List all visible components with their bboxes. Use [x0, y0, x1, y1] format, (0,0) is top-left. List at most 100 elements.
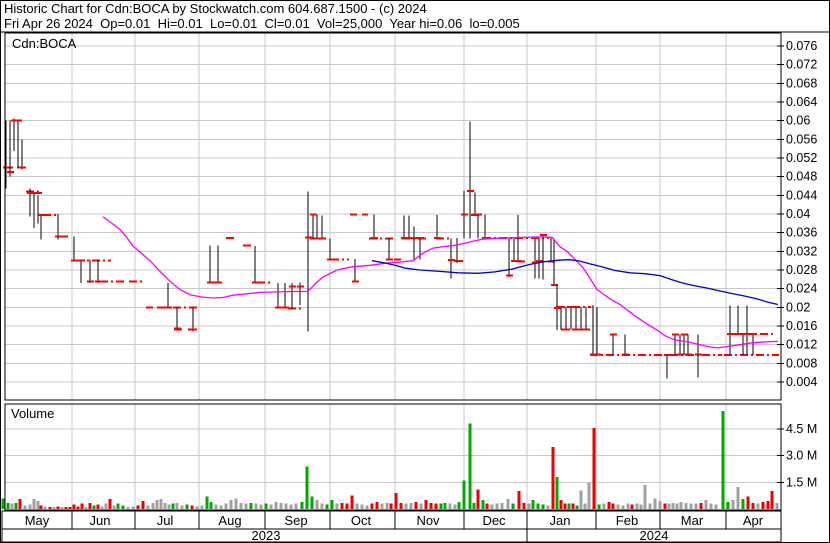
volume-bar — [671, 502, 675, 509]
price-axis-labels: 0.076 0.072 0.068 0.064 0.06 0.056 0.052 0.048 0… — [777, 39, 817, 389]
volume-bar — [563, 503, 567, 509]
volume-bar — [746, 496, 750, 509]
volume-bar — [274, 501, 278, 509]
volume-bar — [320, 503, 324, 509]
volume-bar — [404, 503, 408, 509]
volume-bar — [448, 503, 452, 509]
volume-bar — [315, 500, 319, 509]
price-axis-label: 0.052 — [786, 151, 817, 165]
volume-bar — [32, 499, 36, 509]
volume-axis-label: 1.5 M — [786, 475, 817, 489]
volume-bar — [468, 423, 472, 509]
volume-bar — [522, 502, 526, 509]
volume-bar — [214, 504, 218, 509]
volume-bar — [48, 506, 52, 509]
volume-bar — [205, 496, 209, 509]
volume-bar — [92, 505, 96, 509]
volume-bar — [611, 503, 615, 509]
volume-bar — [699, 502, 703, 509]
volume-bar — [551, 446, 555, 509]
gridlines — [5, 33, 781, 510]
volume-bar — [481, 500, 485, 509]
volume-bar — [305, 466, 309, 509]
volume-bar — [167, 504, 171, 509]
volume-bar — [511, 503, 515, 509]
volume-bar — [350, 495, 354, 509]
volume-bar — [546, 505, 550, 509]
price-axis-label: 0.04 — [786, 207, 810, 221]
month-label: Apr — [743, 513, 764, 528]
volume-bar — [726, 501, 730, 509]
price-axis-label: 0.02 — [786, 300, 810, 314]
volume-bar — [434, 503, 438, 509]
volume-bar — [294, 503, 298, 509]
volume-bar — [6, 502, 10, 509]
month-label: Aug — [218, 513, 241, 528]
volume-axis-labels: 4.5 M 3.0 M 1.5 M — [777, 422, 817, 489]
month-row-frame — [1, 510, 782, 530]
volume-bar — [453, 504, 457, 509]
volume-bar — [136, 505, 140, 509]
volume-bar — [639, 504, 643, 509]
volume-bar — [485, 503, 489, 509]
volume-bar — [52, 507, 56, 509]
volume-bar — [151, 502, 155, 509]
no-trade-dashes — [6, 119, 779, 356]
volume-bar — [414, 501, 418, 509]
volume-bar — [335, 503, 339, 509]
volume-bar — [259, 504, 263, 509]
volume-bar — [684, 502, 688, 509]
volume-bar — [360, 504, 364, 509]
volume-bar — [679, 501, 683, 509]
volume-bar — [555, 477, 559, 509]
volume-bar — [663, 503, 667, 509]
ohlc-bars — [3, 118, 757, 379]
volume-bar — [541, 504, 545, 509]
volume-bar — [385, 502, 389, 509]
volume-bar — [602, 503, 606, 509]
volume-bar — [761, 501, 765, 509]
volume-bar — [190, 505, 194, 509]
month-label: Jul — [157, 513, 174, 528]
volume-bar — [658, 501, 662, 509]
volume-bar — [264, 503, 268, 509]
price-volume-chart: 0.076 0.072 0.068 0.064 0.06 0.056 0.052 0.048 0… — [0, 0, 830, 543]
moving-averages — [102, 216, 779, 349]
volume-bar — [269, 504, 273, 509]
volume-bar — [419, 503, 423, 509]
volume-bar — [80, 503, 84, 509]
price-axis-label: 0.056 — [786, 132, 817, 146]
month-label: Jun — [90, 513, 111, 528]
volume-bar — [490, 504, 494, 509]
volume-bar — [675, 503, 679, 509]
volume-bar — [380, 503, 384, 509]
volume-bar — [340, 502, 344, 509]
volume-bar — [289, 504, 293, 509]
ma-slow-line — [371, 259, 779, 306]
volume-bar — [694, 503, 698, 509]
price-axis-label: 0.016 — [786, 319, 817, 333]
volume-bar — [506, 499, 510, 509]
volume-axis-label: 3.0 M — [786, 449, 817, 463]
volume-bar — [766, 501, 770, 509]
volume-bar — [36, 501, 40, 509]
month-label: Feb — [616, 513, 638, 528]
volume-bar — [100, 506, 104, 509]
month-label: Jan — [550, 513, 571, 528]
volume-bar — [163, 502, 167, 509]
volume-bar — [171, 503, 175, 509]
volume-bar — [597, 504, 601, 509]
volume-bar — [775, 502, 779, 509]
year-labels: 2023 2024 — [252, 528, 669, 543]
volume-bar — [1, 498, 5, 509]
volume-bar — [741, 499, 745, 509]
volume-bar — [648, 503, 652, 509]
volume-bar — [325, 504, 329, 509]
volume-bar — [389, 503, 393, 509]
volume-bar — [476, 489, 480, 509]
volume-bar — [72, 504, 76, 509]
volume-bar — [108, 499, 112, 509]
volume-bar — [583, 503, 587, 509]
volume-bar — [104, 503, 108, 509]
volume-bar — [714, 504, 718, 509]
